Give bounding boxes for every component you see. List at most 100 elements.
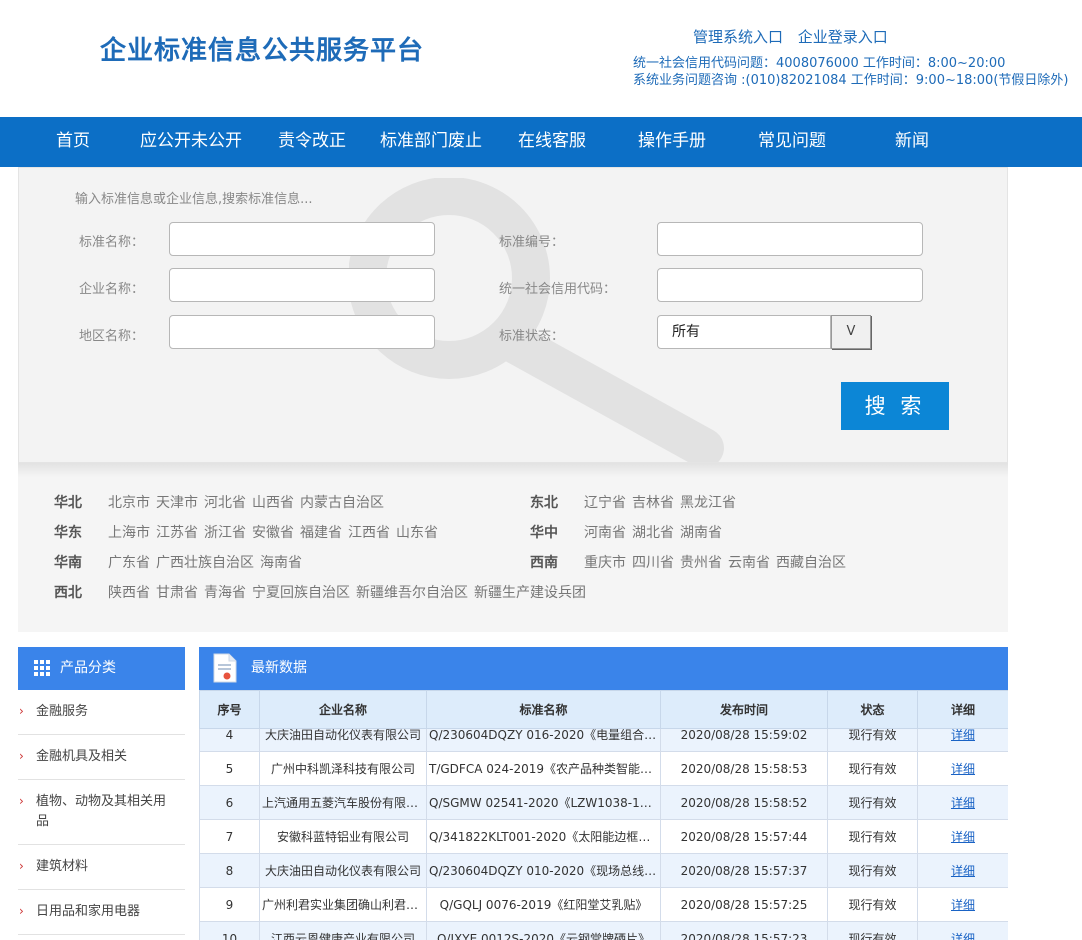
col-time: 发布时间 (660, 690, 828, 729)
nav-abolished[interactable]: 标准部门废止 (380, 117, 482, 167)
nav-online-service[interactable]: 在线客服 (518, 117, 586, 167)
region-city-link[interactable]: 四川省 (632, 555, 674, 571)
region-city-link[interactable]: 湖南省 (680, 525, 722, 541)
product-category-sidebar: 产品分类 › 金融服务 › 金融机具及相关 › 植物、动物及其相关用品 › 建筑材料 › 日用品和… (18, 647, 185, 940)
sidebar-item[interactable]: ›矿物、织物原料、非食 (18, 935, 185, 940)
col-no: 序号 (199, 690, 260, 729)
std-name-input[interactable] (169, 222, 435, 256)
region-city-link[interactable]: 江西省 (348, 525, 390, 541)
region-input[interactable] (169, 315, 435, 349)
detail-link[interactable]: 详细 (951, 796, 975, 810)
sidebar-item-label: 金融机具及相关 (36, 749, 128, 764)
detail-link[interactable]: 详细 (951, 898, 975, 912)
company-login-link[interactable]: 企业登录入口 (798, 28, 888, 46)
chevron-right-icon: › (19, 704, 24, 718)
region-city-link[interactable]: 广西壮族自治区 (156, 555, 254, 571)
region-city-link[interactable]: 广东省 (108, 555, 150, 571)
sidebar-item-label: 金融服务 (36, 704, 89, 719)
sidebar-header: 产品分类 (18, 647, 185, 690)
region-city-link[interactable]: 海南省 (260, 555, 302, 571)
region-city-link[interactable]: 青海省 (204, 585, 246, 601)
detail-link[interactable]: 详细 (951, 830, 975, 844)
sidebar-item[interactable]: › 金融服务 (18, 690, 185, 735)
col-company: 企业名称 (259, 690, 427, 729)
cell-time: 2020/08/28 15:59:02 (660, 729, 828, 752)
chevron-right-icon: › (19, 794, 24, 808)
region-city-link[interactable]: 上海市 (108, 525, 150, 541)
cell-company: 上汽通用五菱汽车股份有限公司 (259, 785, 427, 820)
search-panel: 输入标准信息或企业信息,搜索标准信息... 标准名称： 标准编号： 企业名称： … (18, 167, 1008, 463)
region-city-link[interactable]: 重庆市 (584, 555, 626, 571)
region-city-link[interactable]: 甘肃省 (156, 585, 198, 601)
credit-code-contact: 统一社会信用代码问题：4008076000 工作时间：8:00~20:00 (633, 56, 1006, 71)
region-city-link[interactable]: 辽宁省 (584, 495, 626, 511)
region-label: 华东 (54, 525, 82, 541)
sidebar-title: 产品分类 (60, 660, 116, 676)
cell-standard: Q/341822KLT001-2020《太阳能边框型材》 (426, 819, 661, 854)
region-panel: 华北 北京市 天津市 河北省 山西省 内蒙古自治区 东北 辽宁省 吉林省 黑龙江省 华东 上海市江… (18, 463, 1008, 632)
cell-status: 现行有效 (827, 785, 918, 820)
region-city-link[interactable]: 河北省 (204, 495, 246, 511)
site-title: 企业标准信息公共服务平台 (100, 36, 425, 66)
region-city-link[interactable]: 贵州省 (680, 555, 722, 571)
cell-status: 现行有效 (827, 751, 918, 786)
region-city-link[interactable]: 安徽省 (252, 525, 294, 541)
cell-no: 9 (199, 887, 260, 922)
region-city-link[interactable]: 新疆维吾尔自治区 (356, 585, 468, 601)
std-code-input[interactable] (657, 222, 923, 256)
region-city-link[interactable]: 新疆生产建设兵团 (474, 585, 586, 601)
region-city-link[interactable]: 内蒙古自治区 (300, 495, 384, 511)
nav-manual[interactable]: 操作手册 (638, 117, 706, 167)
region-row: 华东 上海市 江苏省 浙江省 安徽省 福建省 江西省 山东省 (54, 522, 444, 542)
detail-link[interactable]: 详细 (951, 729, 975, 742)
region-city-link[interactable]: 陕西省 (108, 585, 150, 601)
status-dropdown-button[interactable]: V (831, 315, 871, 349)
nav-rectify[interactable]: 责令改正 (278, 117, 346, 167)
admin-entry-link[interactable]: 管理系统入口 (693, 28, 783, 46)
cell-company: 广州中科凯泽科技有限公司 (259, 751, 427, 786)
nav-home[interactable]: 首页 (56, 117, 90, 167)
cell-no: 10 (199, 921, 260, 940)
region-city-link[interactable]: 山西省 (252, 495, 294, 511)
company-input[interactable] (169, 268, 435, 302)
region-city-link[interactable]: 北京市 (108, 495, 150, 511)
sidebar-item[interactable]: › 植物、动物及其相关用品 (18, 780, 185, 845)
sidebar-item[interactable]: › 日用品和家用电器 (18, 890, 185, 935)
cell-standard: Q/SGMW 02541-2020《LZW1038-1系列》 (426, 785, 661, 820)
region-city-link[interactable]: 黑龙江省 (680, 495, 736, 511)
credit-code-label: 统一社会信用代码： (499, 282, 617, 297)
latest-table-scroll[interactable]: 4 大庆油田自动化仪表有限公司 Q/230604DQZY 016-2020《电量组合… (199, 729, 1008, 940)
region-city-link[interactable]: 浙江省 (204, 525, 246, 541)
region-city-link[interactable]: 西藏自治区 (776, 555, 846, 571)
col-status: 状态 (827, 690, 918, 729)
region-city-link[interactable]: 云南省 (728, 555, 770, 571)
region-label: 华北 (54, 495, 82, 511)
nav-faq[interactable]: 常见问题 (758, 117, 826, 167)
region-label: 东北 (530, 495, 558, 511)
cell-no: 5 (199, 751, 260, 786)
nav-news[interactable]: 新闻 (895, 117, 929, 167)
cell-no: 7 (199, 819, 260, 854)
detail-link[interactable]: 详细 (951, 932, 975, 940)
sidebar-item[interactable]: › 建筑材料 (18, 845, 185, 890)
status-select[interactable]: 所有 (657, 315, 831, 349)
detail-link[interactable]: 详细 (951, 762, 975, 776)
cell-no: 8 (199, 853, 260, 888)
cell-status: 现行有效 (827, 921, 918, 940)
nav-undisclosed[interactable]: 应公开未公开 (140, 117, 242, 167)
sidebar-item[interactable]: › 金融机具及相关 (18, 735, 185, 780)
cell-standard: Q/GQLJ 0076-2019《红阳堂艾乳贴》 (426, 887, 661, 922)
region-city-link[interactable]: 吉林省 (632, 495, 674, 511)
detail-link[interactable]: 详细 (951, 864, 975, 878)
region-city-link[interactable]: 江苏省 (156, 525, 198, 541)
region-row: 华北 北京市 天津市 河北省 山西省 内蒙古自治区 (54, 492, 390, 512)
region-city-link[interactable]: 河南省 (584, 525, 626, 541)
region-city-link[interactable]: 湖北省 (632, 525, 674, 541)
region-city-link[interactable]: 山东省 (396, 525, 438, 541)
region-city-link[interactable]: 天津市 (156, 495, 198, 511)
region-city-link[interactable]: 福建省 (300, 525, 342, 541)
credit-code-input[interactable] (657, 268, 923, 302)
region-city-link[interactable]: 宁夏回族自治区 (252, 585, 350, 601)
search-button[interactable]: 搜 索 (841, 382, 949, 430)
col-detail: 详细 (917, 690, 1008, 729)
